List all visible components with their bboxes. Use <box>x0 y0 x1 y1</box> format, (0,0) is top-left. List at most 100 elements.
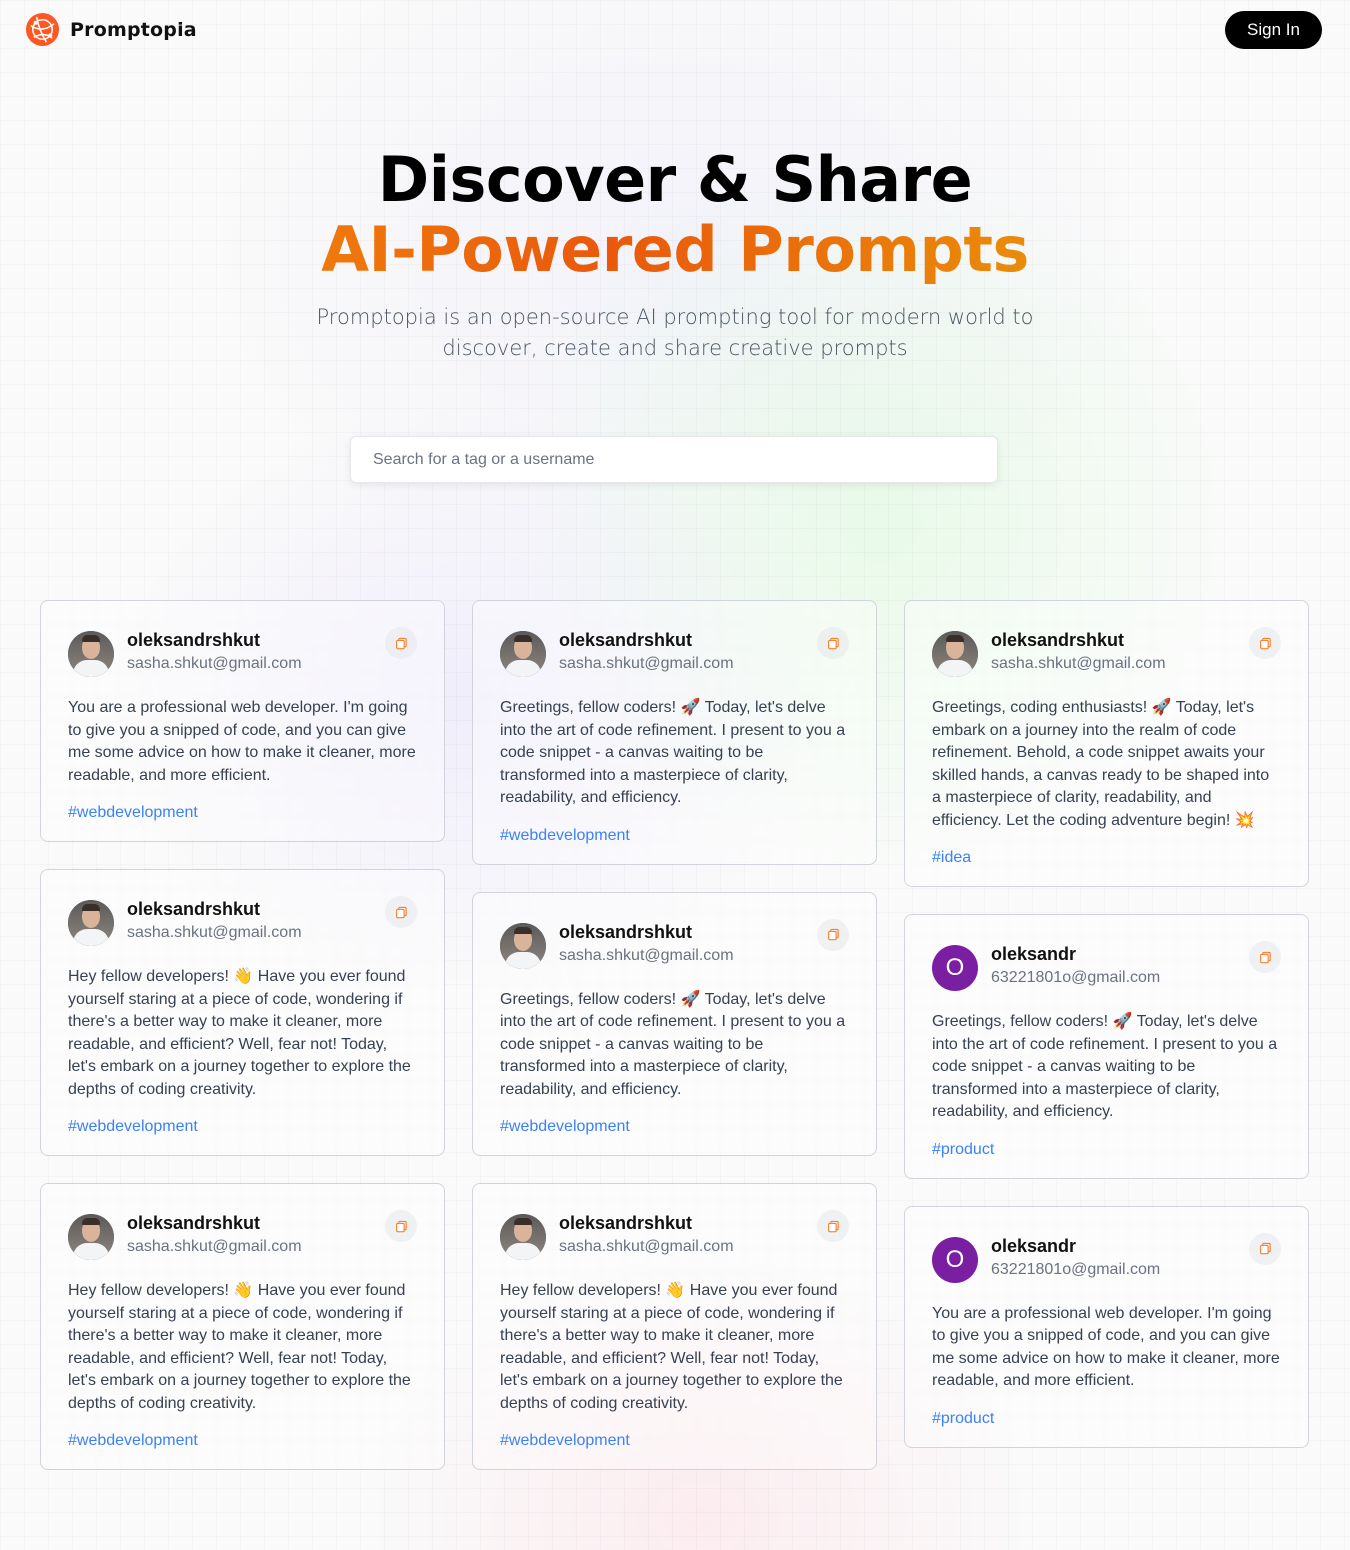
avatar-photo-hair <box>82 904 100 911</box>
username[interactable]: oleksandrshkut <box>127 1212 385 1234</box>
copy-button[interactable] <box>1249 941 1281 973</box>
user-info: oleksandrshkut sasha.shkut@gmail.com <box>127 629 385 674</box>
user-info: oleksandrshkut sasha.shkut@gmail.com <box>127 1212 385 1257</box>
prompt-tag[interactable]: #webdevelopment <box>500 826 630 846</box>
card-header: O oleksandr 63221801o@gmail.com <box>932 1232 1281 1285</box>
avatar-photo-hair <box>82 1218 100 1225</box>
feed-column-3: oleksandrshkut sasha.shkut@gmail.com Gre… <box>904 600 1309 1475</box>
avatar[interactable]: O <box>932 945 978 991</box>
prompt-tag[interactable]: #webdevelopment <box>68 803 198 823</box>
avatar[interactable] <box>68 631 114 677</box>
copy-button[interactable] <box>385 1210 417 1242</box>
avatar[interactable] <box>500 631 546 677</box>
copy-icon <box>1259 1242 1271 1255</box>
copy-button[interactable] <box>385 896 417 928</box>
avatar-photo-hair <box>514 1218 532 1225</box>
avatar[interactable] <box>500 922 546 969</box>
avatar-photo-shirt <box>937 660 973 677</box>
search-input[interactable] <box>350 436 998 483</box>
copy-button[interactable] <box>1249 627 1281 659</box>
copy-button[interactable] <box>385 627 417 659</box>
prompt-tag[interactable]: #product <box>932 1409 994 1429</box>
prompt-card: oleksandrshkut sasha.shkut@gmail.com Gre… <box>472 600 877 865</box>
user-email: sasha.shkut@gmail.com <box>127 1238 302 1255</box>
card-header: oleksandrshkut sasha.shkut@gmail.com <box>500 627 849 679</box>
avatar[interactable] <box>68 900 114 946</box>
avatar-photo-shirt <box>505 951 541 969</box>
username[interactable]: oleksandr <box>991 943 1249 965</box>
avatar-letter: O <box>945 1245 965 1273</box>
user-info: oleksandrshkut sasha.shkut@gmail.com <box>559 629 817 674</box>
user-email: 63221801o@gmail.com <box>991 1260 1161 1278</box>
user-email: sasha.shkut@gmail.com <box>559 946 734 964</box>
navbar: Promptopia Sign In <box>0 0 1350 60</box>
search-form <box>350 436 998 483</box>
prompt-tag[interactable]: #product <box>932 1140 994 1160</box>
username[interactable]: oleksandrshkut <box>559 921 817 943</box>
avatar-photo-shirt <box>505 1243 541 1260</box>
card-header: oleksandrshkut sasha.shkut@gmail.com <box>68 627 417 679</box>
prompt-card: oleksandrshkut sasha.shkut@gmail.com Gre… <box>472 891 877 1156</box>
username[interactable]: oleksandrshkut <box>991 629 1249 651</box>
prompt-card: O oleksandr 63221801o@gmail.com You are … <box>904 1205 1309 1448</box>
user-info: oleksandrshkut sasha.shkut@gmail.com <box>559 1212 817 1257</box>
prompt-tag[interactable]: #webdevelopment <box>500 1117 630 1137</box>
copy-icon <box>827 637 839 649</box>
copy-button[interactable] <box>1249 1232 1281 1265</box>
prompt-tag[interactable]: #webdevelopment <box>68 1117 198 1137</box>
copy-icon <box>1259 637 1271 649</box>
user-email: sasha.shkut@gmail.com <box>127 924 302 941</box>
logo-icon <box>25 12 60 47</box>
avatar-photo-shirt <box>73 660 109 677</box>
logo-link[interactable]: Promptopia <box>25 12 197 47</box>
prompt-card: oleksandrshkut sasha.shkut@gmail.com You… <box>40 600 445 842</box>
user-info: oleksandrshkut sasha.shkut@gmail.com <box>127 898 385 943</box>
sign-in-button[interactable]: Sign In <box>1225 11 1322 49</box>
username[interactable]: oleksandrshkut <box>559 1212 817 1234</box>
avatar[interactable] <box>932 631 978 677</box>
prompt-text: Hey fellow developers! 👋 Have you ever f… <box>68 1282 411 1412</box>
prompt-tag[interactable]: #webdevelopment <box>500 1431 630 1451</box>
copy-button[interactable] <box>817 918 849 951</box>
feed-column-2: oleksandrshkut sasha.shkut@gmail.com Gre… <box>472 600 877 1497</box>
avatar[interactable] <box>500 1214 546 1260</box>
avatar-photo-hair <box>514 926 532 934</box>
username[interactable]: oleksandrshkut <box>127 629 385 651</box>
brand-name: Promptopia <box>70 18 197 41</box>
copy-icon <box>395 906 407 918</box>
card-header: O oleksandr 63221801o@gmail.com <box>932 941 1281 993</box>
avatar[interactable]: O <box>932 1236 978 1283</box>
prompt-card: oleksandrshkut sasha.shkut@gmail.com Hey… <box>40 1183 445 1470</box>
copy-icon <box>1259 951 1271 963</box>
copy-button[interactable] <box>817 627 849 659</box>
copy-icon <box>827 1220 839 1232</box>
avatar-photo-hair <box>946 635 964 642</box>
username[interactable]: oleksandrshkut <box>127 898 385 920</box>
card-header: oleksandrshkut sasha.shkut@gmail.com <box>500 918 849 971</box>
prompt-card: oleksandrshkut sasha.shkut@gmail.com Hey… <box>472 1183 877 1470</box>
user-info: oleksandr 63221801o@gmail.com <box>991 1235 1249 1280</box>
card-header: oleksandrshkut sasha.shkut@gmail.com <box>68 1210 417 1262</box>
username[interactable]: oleksandrshkut <box>559 629 817 651</box>
copy-icon <box>395 1220 407 1232</box>
username[interactable]: oleksandr <box>991 1235 1249 1257</box>
hero-title-line1: Discover & Share <box>377 143 973 216</box>
copy-button[interactable] <box>817 1210 849 1242</box>
feed-column-1: oleksandrshkut sasha.shkut@gmail.com You… <box>40 600 445 1497</box>
user-info: oleksandr 63221801o@gmail.com <box>991 943 1249 988</box>
prompt-text: Greetings, fellow coders! 🚀 Today, let's… <box>500 990 846 1098</box>
card-header: oleksandrshkut sasha.shkut@gmail.com <box>500 1210 849 1262</box>
avatar[interactable] <box>68 1214 114 1260</box>
hero-title: Discover & Share AI-Powered Prompts <box>0 145 1350 285</box>
avatar-photo-shirt <box>505 660 541 677</box>
avatar-photo-hair <box>514 635 532 642</box>
prompt-tag[interactable]: #webdevelopment <box>68 1431 198 1451</box>
prompt-tag[interactable]: #idea <box>932 848 971 868</box>
copy-icon <box>827 928 839 941</box>
copy-icon <box>395 637 407 649</box>
user-email: sasha.shkut@gmail.com <box>559 655 734 672</box>
avatar-photo-shirt <box>73 1243 109 1260</box>
user-email: sasha.shkut@gmail.com <box>559 1238 734 1255</box>
avatar-photo-shirt <box>73 929 109 946</box>
user-info: oleksandrshkut sasha.shkut@gmail.com <box>991 629 1249 674</box>
